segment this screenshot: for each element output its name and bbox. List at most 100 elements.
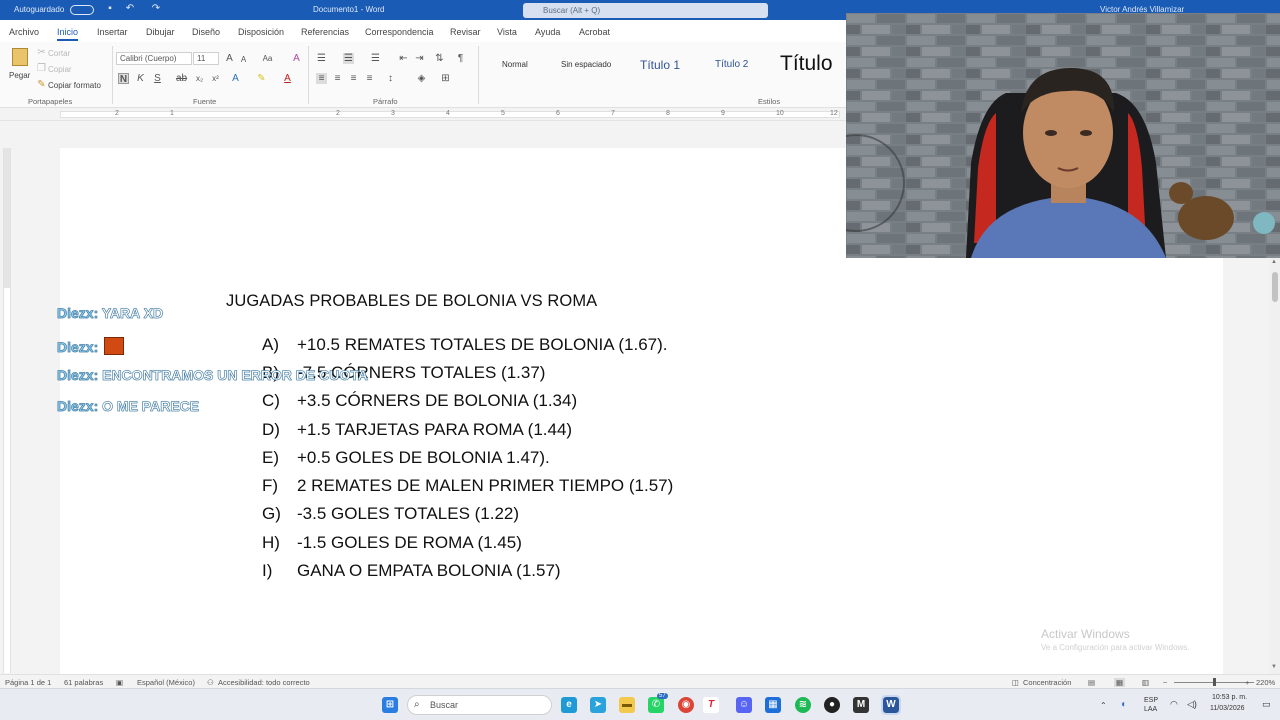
strikethrough-icon[interactable]: ab [176,73,187,84]
language-top[interactable]: ESP [1144,697,1158,704]
redo-icon[interactable]: ↷ [150,3,162,15]
zoom-in-icon[interactable]: + [1245,678,1249,687]
borders-icon[interactable]: ⊞ [440,73,451,84]
align-right-icon[interactable]: ≡ [348,73,359,84]
font-name-combo[interactable]: Calibri (Cuerpo) [116,52,192,65]
tab-ayuda[interactable]: Ayuda [535,27,560,37]
scroll-down-icon[interactable]: ▼ [1271,664,1277,670]
list-item[interactable]: H) -1.5 GOLES DE ROMA (1.45) [262,533,522,553]
list-item[interactable]: A) +10.5 REMATES TOTALES DE BOLONIA (1.67… [262,335,668,355]
subscript-icon[interactable]: x₂ [194,73,205,84]
superscript-icon[interactable]: x² [210,73,221,84]
sort-icon[interactable]: ⇅ [434,53,445,64]
undo-icon[interactable]: ↶ [124,3,136,15]
shrink-font-icon[interactable]: A [238,54,249,65]
text-effects-icon[interactable]: A [230,73,241,84]
underline-icon[interactable]: S [152,73,163,84]
scroll-thumb[interactable] [1272,272,1278,302]
tab-dibujar[interactable]: Dibujar [146,27,175,37]
proofing-icon[interactable]: ▣ [116,678,123,687]
align-center-icon[interactable]: ≡ [332,73,343,84]
mail-app-icon[interactable]: M [853,697,869,713]
copy-icon[interactable]: ❐ [36,63,47,74]
tab-referencias[interactable]: Referencias [301,27,349,37]
font-color-icon[interactable]: A [282,73,293,84]
tab-acrobat[interactable]: Acrobat [579,27,610,37]
focus-mode[interactable]: Concentración [1023,678,1071,687]
list-item[interactable]: I) GANA O EMPATA BOLONIA (1.57) [262,561,561,581]
whatsapp-icon[interactable]: ✆ [648,697,664,713]
tab-correspondencia[interactable]: Correspondencia [365,27,434,37]
grow-font-icon[interactable]: A [224,53,235,64]
language-status[interactable]: Español (México) [137,678,195,687]
clock-time[interactable]: 10:53 p. m. [1212,694,1247,701]
page-count[interactable]: Página 1 de 1 [5,678,51,687]
bullets-icon[interactable]: ☰ [316,53,327,64]
list-item[interactable]: C) +3.5 CÓRNERS DE BOLONIA (1.34) [262,391,577,411]
style-titulo-1[interactable]: Título 1 [640,58,680,72]
decrease-indent-icon[interactable]: ⇤ [398,53,409,64]
tab-disposicion[interactable]: Disposición [238,27,284,37]
style-titulo-2[interactable]: Título 2 [715,59,748,70]
vertical-scrollbar[interactable]: ▲ ▼ [1270,258,1280,674]
clear-format-icon[interactable]: A [291,53,302,64]
clock-date[interactable]: 11/03/2026 [1210,705,1245,712]
obs-icon[interactable]: ● [824,697,840,713]
tab-diseno[interactable]: Diseño [192,27,220,37]
bold-icon[interactable]: N [118,73,129,85]
style-normal[interactable]: Normal [502,60,528,69]
line-spacing-icon[interactable]: ↕ [385,73,396,84]
highlight-icon[interactable]: ✎ [256,73,267,84]
autosave-toggle[interactable] [70,5,94,15]
list-item[interactable]: E) +0.5 GOLES DE BOLONIA 1.47). [262,448,550,468]
windows-start-icon[interactable]: ⊞ [382,697,398,713]
accessibility-icon[interactable]: ⚇ [207,678,214,687]
title-search-box[interactable]: Buscar (Alt + Q) [523,3,768,18]
scroll-up-icon[interactable]: ▲ [1271,259,1277,265]
edge-icon[interactable]: e [561,697,577,713]
tab-vista[interactable]: Vista [497,27,517,37]
change-case-icon[interactable]: Aa [262,53,273,64]
tray-app-icon[interactable]: ◖ [1120,699,1126,710]
taskbar-search[interactable]: Buscar [407,695,552,715]
shading-icon[interactable]: ◈ [416,73,427,84]
italic-icon[interactable]: K [135,73,146,84]
language-bottom[interactable]: LAA [1144,706,1157,713]
paste-icon[interactable] [12,48,28,66]
discord-icon[interactable]: ☺ [736,697,752,713]
zoom-slider-knob[interactable] [1213,678,1216,686]
spotify-icon[interactable]: ≋ [795,697,811,713]
align-left-icon[interactable]: ≡ [316,73,327,84]
tab-inicio[interactable]: Inicio [57,27,79,41]
volume-icon[interactable]: ◁) [1187,699,1197,710]
zoom-level[interactable]: 220% [1256,678,1275,687]
print-layout-icon[interactable]: ▦ [1114,678,1126,687]
style-sin-espaciado[interactable]: Sin espaciado [561,60,611,69]
cut-button[interactable]: Cortar [48,49,70,58]
file-explorer-icon[interactable]: ▬ [619,697,635,713]
font-size-combo[interactable]: 11 [193,52,219,65]
notifications-icon[interactable]: ▭ [1262,699,1271,710]
show-marks-icon[interactable]: ¶ [455,53,466,64]
telegram-icon[interactable]: ➤ [590,697,606,713]
list-item[interactable]: F) 2 REMATES DE MALEN PRIMER TIEMPO (1.57… [262,476,673,496]
focus-icon[interactable]: ◫ [1012,678,1019,687]
tab-insertar[interactable]: Insertar [97,27,128,37]
multilevel-list-icon[interactable]: ☰ [370,53,381,64]
style-titulo[interactable]: Título [780,52,833,76]
tab-revisar[interactable]: Revisar [450,27,481,37]
accessibility-status[interactable]: Accesibilidad: todo correcto [218,678,310,687]
format-painter-button[interactable]: Copiar formato [48,81,101,90]
numbering-icon[interactable]: ☰ [343,53,354,64]
document-heading[interactable]: JUGADAS PROBABLES DE BOLONIA VS ROMA [226,292,597,311]
word-taskbar-icon[interactable]: W [881,695,901,715]
word-count[interactable]: 61 palabras [64,678,103,687]
save-icon[interactable]: ▪ [104,3,116,15]
paste-button[interactable]: Pegar [9,71,30,80]
zoom-out-icon[interactable]: − [1163,678,1167,687]
list-item[interactable]: D) +1.5 TARJETAS PARA ROMA (1.44) [262,420,572,440]
format-painter-icon[interactable]: ✎ [36,79,47,90]
text-app-icon[interactable]: T [703,697,719,713]
increase-indent-icon[interactable]: ⇥ [414,53,425,64]
cut-icon[interactable]: ✂ [36,47,47,58]
